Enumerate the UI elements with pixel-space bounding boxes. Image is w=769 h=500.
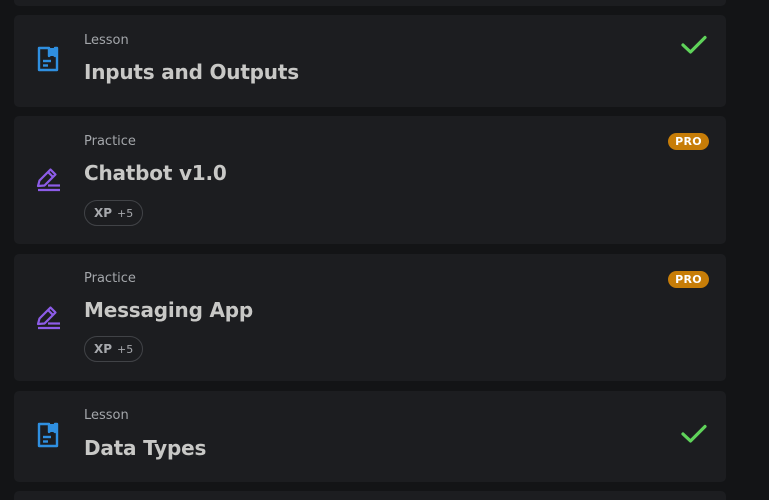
list-item-practice[interactable]: Practice Messaging App PRO XP +5 bbox=[14, 254, 726, 381]
edit-pencil-icon bbox=[36, 306, 60, 330]
list-item-partial-top[interactable] bbox=[14, 0, 726, 6]
item-type-label: Practice bbox=[84, 271, 136, 286]
item-title: Inputs and Outputs bbox=[84, 60, 299, 84]
document-icon bbox=[37, 422, 59, 448]
list-item-lesson[interactable]: Lesson Inputs and Outputs bbox=[14, 15, 726, 107]
xp-label: XP bbox=[94, 342, 113, 356]
list-item-practice[interactable]: Practice Chatbot v1.0 PRO XP +5 bbox=[14, 116, 726, 244]
document-icon bbox=[37, 46, 59, 72]
pro-badge: PRO bbox=[668, 271, 709, 288]
xp-value: +5 bbox=[117, 342, 134, 356]
item-title: Messaging App bbox=[84, 298, 253, 322]
xp-label: XP bbox=[94, 206, 113, 220]
xp-reward-pill: XP +5 bbox=[84, 200, 144, 226]
xp-value: +5 bbox=[117, 206, 134, 220]
pro-badge: PRO bbox=[668, 133, 709, 150]
checkmark-icon bbox=[681, 35, 707, 54]
course-item-list: Lesson Inputs and Outputs Practice Chatb… bbox=[0, 0, 769, 500]
item-title: Chatbot v1.0 bbox=[84, 161, 227, 185]
list-item-partial-bottom[interactable] bbox=[14, 491, 726, 500]
checkmark-icon bbox=[681, 424, 707, 443]
xp-reward-pill: XP +5 bbox=[84, 336, 144, 362]
item-type-label: Lesson bbox=[84, 408, 129, 423]
list-item-lesson[interactable]: Lesson Data Types bbox=[14, 391, 726, 482]
item-title: Data Types bbox=[84, 436, 207, 460]
item-type-label: Practice bbox=[84, 134, 136, 149]
edit-pencil-icon bbox=[36, 168, 60, 192]
item-type-label: Lesson bbox=[84, 33, 129, 48]
